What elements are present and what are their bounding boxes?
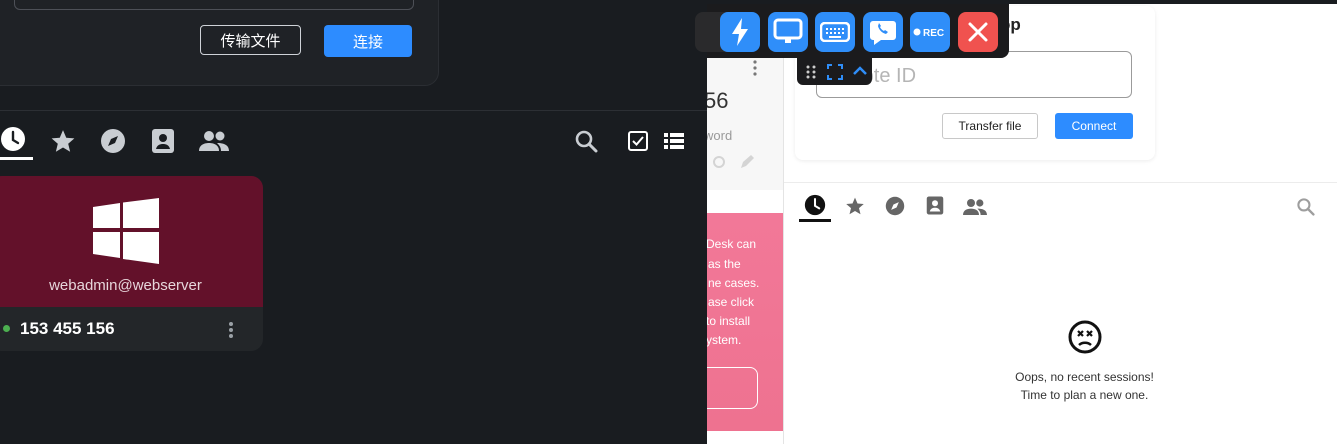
record-button[interactable]: REC — [910, 12, 950, 52]
active-tab-indicator — [0, 157, 33, 160]
remote-id-input[interactable] — [14, 0, 414, 10]
fullscreen-icon[interactable] — [827, 64, 843, 80]
drag-handle-icon[interactable] — [806, 65, 816, 79]
banner-text: Desk can — [707, 237, 757, 251]
action-button[interactable] — [720, 12, 760, 52]
chat-phone-icon — [870, 21, 896, 45]
clock-icon — [804, 194, 826, 216]
monitor-icon — [773, 18, 803, 43]
transfer-file-button-light[interactable]: Transfer file — [942, 113, 1038, 139]
password-label-fragment: word — [707, 128, 733, 143]
peer-id: 153 455 156 — [20, 319, 115, 338]
windows-icon — [93, 198, 159, 264]
toolbar-sub-bar — [797, 58, 872, 85]
peer-username: webadmin@webserver — [49, 277, 202, 294]
clock-icon — [1, 127, 25, 151]
star-icon — [846, 197, 864, 215]
banner-text: to install — [707, 314, 751, 328]
star-icon — [51, 130, 75, 152]
transfer-file-button[interactable]: 传输文件 — [200, 25, 301, 55]
partial-client-window: 56 word Desk can as the ne cases. ase cl… — [707, 0, 784, 444]
tab-favorites[interactable] — [50, 128, 76, 154]
address-book-icon — [926, 196, 944, 215]
list-view-button[interactable] — [664, 133, 684, 149]
install-banner: Desk can as the ne cases. ase click to i… — [707, 213, 783, 431]
empty-state-line-1: Oops, no recent sessions! — [1015, 370, 1154, 384]
tab-group-light[interactable] — [963, 198, 987, 216]
chevron-up-icon[interactable] — [853, 66, 867, 76]
connect-button-light[interactable]: Connect — [1055, 113, 1133, 139]
banner-text: as the — [708, 257, 741, 271]
display-button[interactable] — [768, 12, 808, 52]
tab-recent-sessions[interactable] — [0, 126, 26, 152]
tab-discovered-light[interactable] — [885, 196, 905, 216]
install-button[interactable] — [707, 367, 758, 409]
group-icon — [963, 199, 987, 215]
peer-more-button[interactable] — [228, 321, 234, 339]
search-button[interactable] — [574, 129, 598, 153]
sad-face-icon — [1068, 320, 1102, 354]
keyboard-icon — [820, 22, 850, 42]
banner-text: ne cases. — [708, 276, 760, 290]
active-tab-indicator — [799, 219, 831, 222]
checkbox-icon — [628, 131, 648, 151]
dark-client-window: 传输文件 连接 webadmin@webserver 153 455 156 — [0, 0, 707, 444]
select-mode-button[interactable] — [628, 131, 648, 151]
close-icon — [968, 22, 988, 42]
svg-text:REC: REC — [923, 28, 944, 39]
compass-icon — [101, 129, 125, 153]
tab-recent-sessions-light[interactable] — [804, 194, 826, 216]
divider — [0, 110, 707, 111]
edit-icon[interactable] — [739, 154, 755, 170]
remote-toolbar: REC — [695, 4, 1009, 58]
more-vertical-icon — [229, 322, 233, 338]
divider — [784, 182, 1337, 183]
address-book-icon — [152, 129, 174, 153]
own-id-fragment: 56 — [707, 88, 729, 113]
keyboard-button[interactable] — [815, 12, 855, 52]
list-view-icon — [664, 133, 684, 149]
search-icon — [1297, 198, 1315, 216]
connect-button[interactable]: 连接 — [324, 25, 412, 57]
close-session-button[interactable] — [958, 12, 998, 52]
search-button-light[interactable] — [1296, 197, 1315, 216]
tab-discovered[interactable] — [100, 128, 126, 154]
online-status-dot — [3, 325, 10, 332]
search-icon — [575, 130, 598, 153]
refresh-icon[interactable] — [712, 155, 726, 169]
group-icon — [199, 131, 229, 151]
tab-group[interactable] — [199, 130, 229, 152]
bolt-icon — [732, 18, 748, 46]
tab-address-book-light[interactable] — [926, 195, 944, 216]
id-more-icon[interactable] — [753, 60, 757, 76]
empty-state-line-2: Time to plan a new one. — [1020, 388, 1149, 402]
record-icon: REC — [913, 28, 944, 39]
banner-text: ase click — [708, 295, 755, 309]
tab-favorites-light[interactable] — [845, 196, 865, 216]
peer-card[interactable]: webadmin@webserver 153 455 156 — [0, 176, 263, 351]
tab-address-book[interactable] — [151, 128, 175, 154]
chat-button[interactable] — [863, 12, 903, 52]
banner-text: ystem. — [707, 333, 742, 347]
peer-card-header: webadmin@webserver — [0, 176, 263, 307]
compass-icon — [885, 196, 905, 216]
